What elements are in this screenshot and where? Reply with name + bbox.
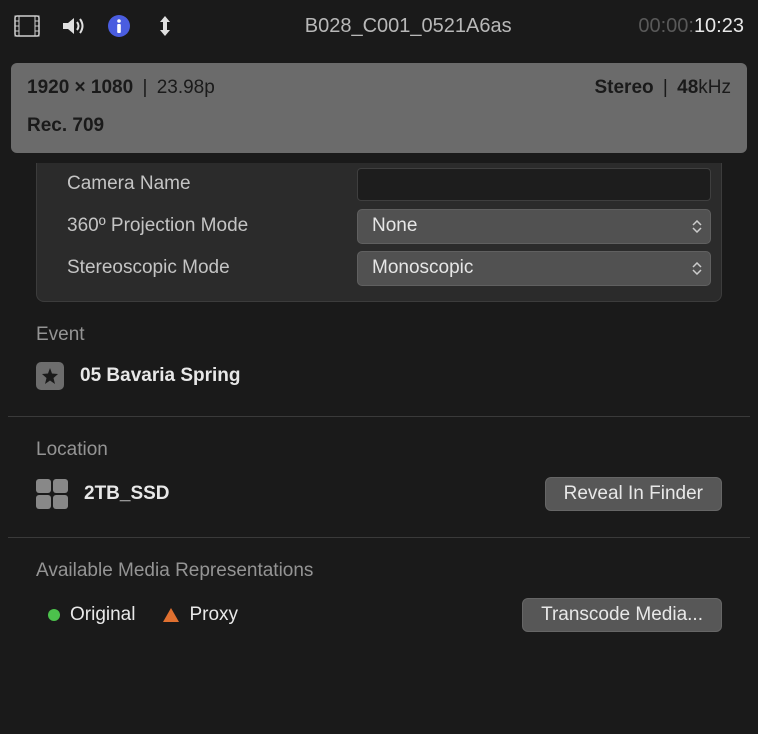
media-representations-section: Available Media Representations Original… xyxy=(0,538,758,658)
toolbar-icon-group xyxy=(14,13,178,39)
projection-mode-label: 360º Projection Mode xyxy=(47,215,357,237)
chevron-up-down-icon xyxy=(692,262,702,275)
frame-rate-value: 23.98p xyxy=(157,77,215,98)
location-name: 2TB_SSD xyxy=(84,483,170,505)
location-value-row: 2TB_SSD xyxy=(36,479,170,509)
original-label: Original xyxy=(70,604,135,626)
inspector-toolbar: B028_C001_0521A6as 00:00:10:23 xyxy=(0,0,758,52)
video-format-label: 1920 × 1080 | 23.98p xyxy=(27,77,215,99)
media-reps-title: Available Media Representations xyxy=(36,560,722,582)
video-tab-icon[interactable] xyxy=(14,13,40,39)
event-value-row: 05 Bavaria Spring xyxy=(36,362,241,390)
projection-mode-row: 360º Projection Mode None xyxy=(37,205,721,247)
sample-rate-number: 48 xyxy=(677,77,698,98)
clip-info-banner: 1920 × 1080 | 23.98p Stereo | 48kHz Rec.… xyxy=(11,63,747,153)
event-section: Event 05 Bavaria Spring xyxy=(0,302,758,416)
audio-format-label: Stereo | 48kHz xyxy=(594,77,731,99)
timecode-inactive: 00:00: xyxy=(638,15,694,37)
projection-mode-select[interactable]: None xyxy=(357,209,711,244)
resolution-value: 1920 × 1080 xyxy=(27,77,133,98)
event-section-title: Event xyxy=(36,324,722,346)
share-tab-icon[interactable] xyxy=(152,13,178,39)
status-warning-icon xyxy=(163,608,179,622)
camera-name-row: Camera Name xyxy=(37,163,721,205)
color-space-label: Rec. 709 xyxy=(11,105,747,153)
sample-rate-unit: kHz xyxy=(698,77,731,98)
status-available-icon xyxy=(48,609,60,621)
stereoscopic-mode-select[interactable]: Monoscopic xyxy=(357,251,711,286)
event-name: 05 Bavaria Spring xyxy=(80,365,241,387)
projection-mode-value: None xyxy=(372,215,417,237)
info-tab-icon[interactable] xyxy=(106,13,132,39)
stereoscopic-mode-label: Stereoscopic Mode xyxy=(47,257,357,279)
reveal-in-finder-button[interactable]: Reveal In Finder xyxy=(545,477,722,511)
camera-name-label: Camera Name xyxy=(47,173,357,195)
drive-icon xyxy=(36,479,68,509)
timecode-active: 10:23 xyxy=(694,15,744,37)
media-reps-list: Original Proxy xyxy=(36,604,238,626)
audio-tab-icon[interactable] xyxy=(60,13,86,39)
event-star-icon xyxy=(36,362,64,390)
stereoscopic-mode-row: Stereoscopic Mode Monoscopic xyxy=(37,247,721,289)
clip-title: B028_C001_0521A6as xyxy=(178,15,638,38)
metadata-form: Camera Name 360º Projection Mode None St… xyxy=(36,163,722,302)
camera-name-input[interactable] xyxy=(357,168,711,201)
timecode-display: 00:00:10:23 xyxy=(638,15,744,38)
location-section: Location 2TB_SSD Reveal In Finder xyxy=(0,417,758,537)
banner-row-1: 1920 × 1080 | 23.98p Stereo | 48kHz xyxy=(11,63,747,105)
stereoscopic-mode-value: Monoscopic xyxy=(372,257,473,279)
transcode-media-button[interactable]: Transcode Media... xyxy=(522,598,722,632)
audio-mode-value: Stereo xyxy=(594,77,653,98)
location-section-title: Location xyxy=(36,439,722,461)
original-media-item: Original xyxy=(48,604,135,626)
chevron-up-down-icon xyxy=(692,220,702,233)
proxy-label: Proxy xyxy=(189,604,238,626)
proxy-media-item: Proxy xyxy=(163,604,238,626)
